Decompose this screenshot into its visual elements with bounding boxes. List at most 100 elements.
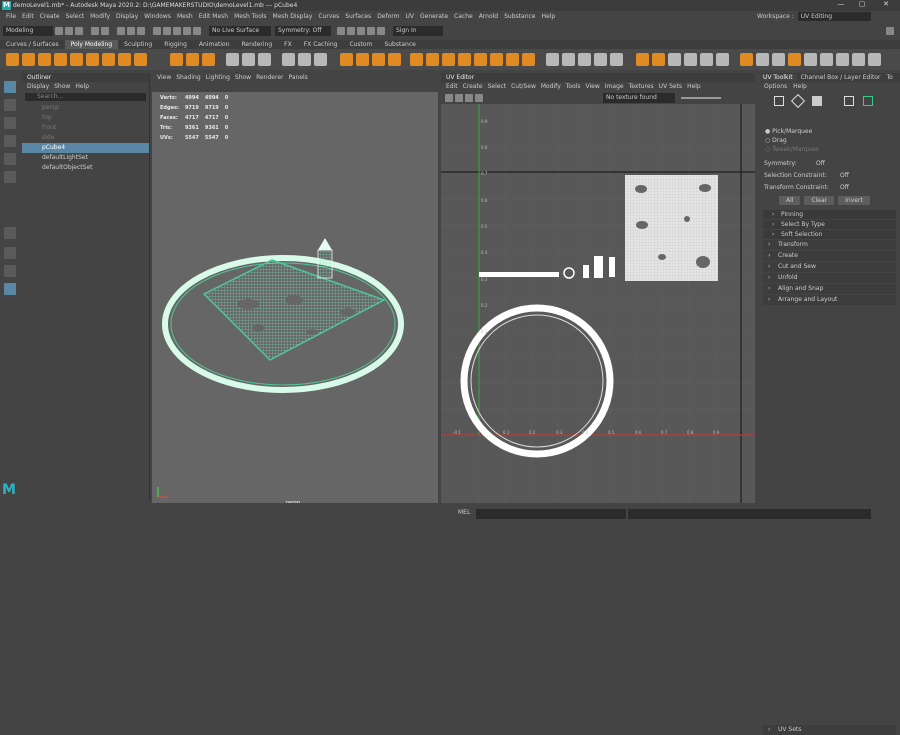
- outliner-menu-help[interactable]: Help: [75, 83, 89, 90]
- automatic-map-icon[interactable]: [594, 53, 607, 66]
- sidebar-toggle-icon[interactable]: [886, 27, 894, 35]
- redo-icon[interactable]: [101, 27, 109, 35]
- uv-canvas[interactable]: 0.9 0.8 0.7 0.6 0.5 0.4 0.3 0.2 0.1 -0.1…: [441, 104, 755, 503]
- menu-modify[interactable]: Modify: [90, 13, 110, 20]
- fill-hole-icon[interactable]: [372, 53, 385, 66]
- select-object-icon[interactable]: [127, 27, 135, 35]
- viewport-menu-renderer[interactable]: Renderer: [256, 73, 283, 82]
- menu-edit-mesh[interactable]: Edit Mesh: [199, 13, 228, 20]
- section-cut-and-sew[interactable]: Cut and Sew: [763, 262, 896, 272]
- viewport-persp[interactable]: View Shading Lighting Show Renderer Pane…: [152, 73, 438, 503]
- shelf-tab-substance[interactable]: Substance: [378, 40, 421, 49]
- cleanup-icon[interactable]: [772, 53, 785, 66]
- move-tool-icon[interactable]: [4, 135, 16, 147]
- multi-cut-icon[interactable]: [410, 53, 423, 66]
- uv-menu-view[interactable]: View: [586, 82, 600, 91]
- section-arrange-and-layout[interactable]: Arrange and Layout: [763, 295, 896, 305]
- outliner-item-top[interactable]: top: [22, 113, 149, 123]
- section-soft-selection[interactable]: Soft Selection: [763, 230, 896, 239]
- section-select-by-type[interactable]: Select By Type: [763, 220, 896, 229]
- conform-icon[interactable]: [684, 53, 697, 66]
- render-sequence-icon[interactable]: [347, 27, 355, 35]
- snap-point-icon[interactable]: [173, 27, 181, 35]
- bevel-icon[interactable]: [356, 53, 369, 66]
- reduce-icon[interactable]: [788, 53, 801, 66]
- snap-grid-icon[interactable]: [153, 27, 161, 35]
- mode-pick-marquee[interactable]: ● Pick/Marquee: [765, 127, 900, 136]
- boolean-icon[interactable]: [282, 53, 295, 66]
- uv-menu-modify[interactable]: Modify: [541, 82, 561, 91]
- shelf-tab-rendering[interactable]: Rendering: [236, 40, 279, 49]
- spherical-map-icon[interactable]: [578, 53, 591, 66]
- shelf-tab-poly-modeling[interactable]: Poly Modeling: [64, 40, 119, 49]
- shelf-tab-fx[interactable]: FX: [278, 40, 298, 49]
- menu-help[interactable]: Help: [542, 13, 556, 20]
- harden-edge-icon[interactable]: [652, 53, 665, 66]
- uv-layout-icon[interactable]: [4, 283, 16, 295]
- uv-menu-cut-sew[interactable]: Cut/Sew: [511, 82, 536, 91]
- offset-edge-loop-icon[interactable]: [490, 53, 503, 66]
- live-surface-field[interactable]: No Live Surface: [209, 26, 271, 36]
- select-tool-icon[interactable]: [4, 81, 16, 93]
- transform-constraint-value[interactable]: Off: [840, 184, 849, 191]
- smooth-icon[interactable]: [258, 53, 271, 66]
- uv-toolbar-icon[interactable]: [465, 93, 473, 102]
- viewport-menu-shading[interactable]: Shading: [176, 73, 200, 82]
- planar-map-icon[interactable]: [546, 53, 559, 66]
- add-divisions-icon[interactable]: [506, 53, 519, 66]
- menu-display[interactable]: Display: [116, 13, 138, 20]
- uv-toolbar-icon[interactable]: [475, 93, 483, 102]
- invert-selection-button[interactable]: Invert: [838, 196, 870, 205]
- rotate-tool-icon[interactable]: [4, 153, 16, 165]
- menu-mesh-tools[interactable]: Mesh Tools: [234, 13, 266, 20]
- menu-windows[interactable]: Windows: [144, 13, 171, 20]
- poly-cone-icon[interactable]: [54, 53, 67, 66]
- section-create[interactable]: Create: [763, 251, 896, 261]
- symmetry-dropdown[interactable]: Symmetry: Off: [275, 26, 331, 36]
- freeze-transforms-icon[interactable]: [740, 53, 753, 66]
- super-shape-icon[interactable]: [134, 53, 147, 66]
- outliner-item-default-object-set[interactable]: defaultObjectSet: [22, 163, 149, 173]
- soften-edge-icon[interactable]: [636, 53, 649, 66]
- mode-dropdown[interactable]: Modeling: [3, 26, 53, 36]
- outliner-item-front[interactable]: front: [22, 123, 149, 133]
- poly-cube-icon[interactable]: [22, 53, 35, 66]
- uv-menu-help[interactable]: Help: [687, 82, 701, 91]
- menu-mesh[interactable]: Mesh: [177, 13, 193, 20]
- symmetry-value[interactable]: Off: [816, 160, 825, 167]
- poly-plane-icon[interactable]: [86, 53, 99, 66]
- shelf-tab-custom[interactable]: Custom: [343, 40, 378, 49]
- uv-menu-textures[interactable]: Textures: [629, 82, 654, 91]
- uvtk-menu-options[interactable]: Options: [764, 83, 787, 90]
- snap-curve-icon[interactable]: [163, 27, 171, 35]
- menu-curves[interactable]: Curves: [318, 13, 339, 20]
- slide-edge-icon[interactable]: [522, 53, 535, 66]
- menu-uv[interactable]: UV: [406, 13, 415, 20]
- sweep-mesh-icon[interactable]: [170, 53, 183, 66]
- tab-uv-toolkit[interactable]: UV Toolkit: [759, 74, 797, 81]
- menu-generate[interactable]: Generate: [420, 13, 448, 20]
- two-view-layout-icon[interactable]: [4, 265, 16, 277]
- mel-label[interactable]: MEL: [458, 509, 470, 516]
- uv-menu-tools[interactable]: Tools: [566, 82, 581, 91]
- render-settings-icon[interactable]: [367, 27, 375, 35]
- uvtk-menu-help[interactable]: Help: [793, 83, 807, 90]
- menu-edit[interactable]: Edit: [22, 13, 34, 20]
- align-icon[interactable]: [820, 53, 833, 66]
- mirror-icon[interactable]: [298, 53, 311, 66]
- four-view-layout-icon[interactable]: [4, 247, 16, 259]
- mode-drag[interactable]: ○ Drag: [765, 136, 900, 145]
- shelf-tab-animation[interactable]: Animation: [193, 40, 236, 49]
- distribute-icon[interactable]: [836, 53, 849, 66]
- cylindrical-map-icon[interactable]: [562, 53, 575, 66]
- close-button[interactable]: ✕: [876, 0, 896, 8]
- outliner-item-pcube4[interactable]: pCube4: [22, 143, 149, 153]
- svg-tool-icon[interactable]: [202, 53, 215, 66]
- sign-in-button[interactable]: Sign In: [393, 26, 443, 36]
- viewport-menu-view[interactable]: View: [157, 73, 171, 82]
- bridge-icon[interactable]: [314, 53, 327, 66]
- minimize-button[interactable]: —: [831, 0, 851, 8]
- quad-draw-icon[interactable]: [458, 53, 471, 66]
- select-component-icon[interactable]: [137, 27, 145, 35]
- edge-mode-icon[interactable]: [790, 93, 806, 109]
